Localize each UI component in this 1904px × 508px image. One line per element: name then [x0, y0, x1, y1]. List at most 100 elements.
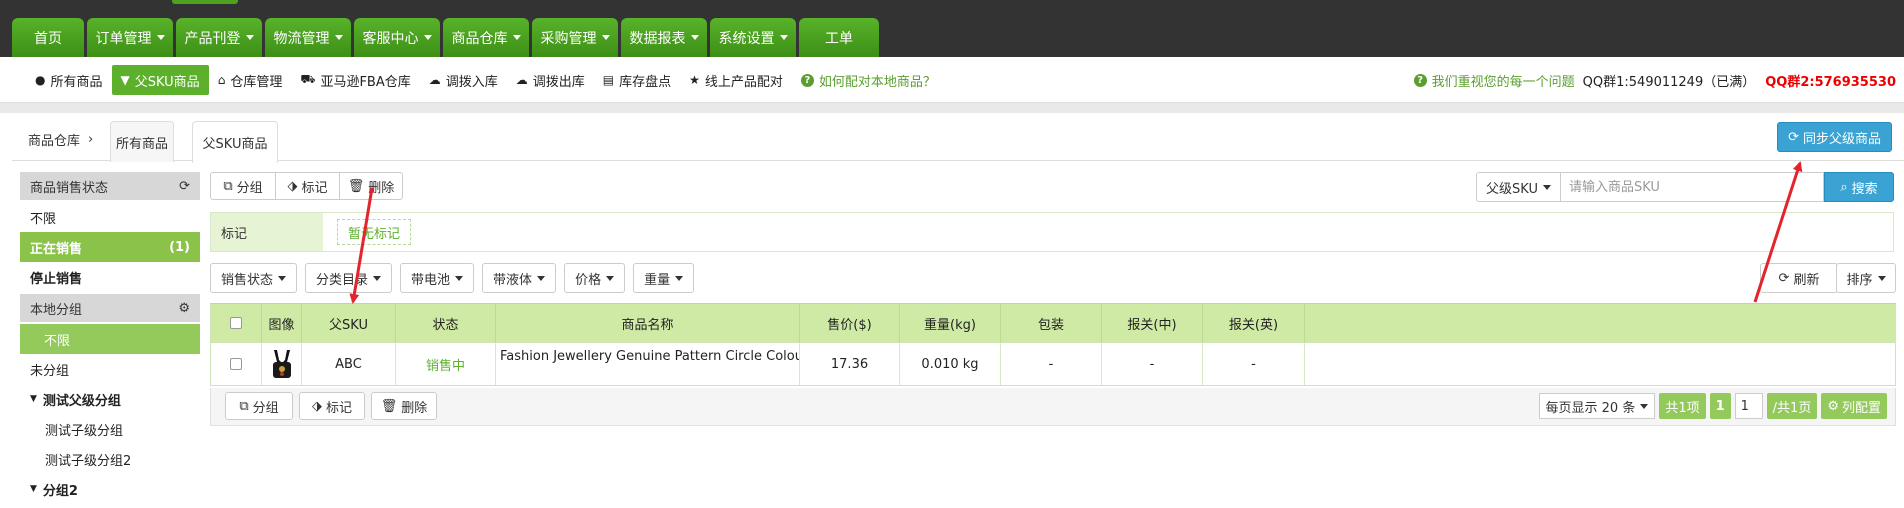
refresh-icon: ⟳	[1778, 270, 1790, 286]
bottom-action-group: ⧉ 分组 ⬗ 标记 🗑 删除	[225, 392, 437, 420]
caret-down-icon	[373, 275, 382, 281]
filter-battery[interactable]: 带电池	[400, 263, 475, 293]
nav-orders[interactable]: 订单管理	[87, 18, 173, 57]
local-group-group2[interactable]: ▼ 分组2	[20, 474, 200, 504]
group-button[interactable]: ⧉ 分组	[210, 172, 276, 200]
nav-logistics[interactable]: 物流管理	[265, 18, 351, 57]
header-product-name: 商品名称	[496, 304, 800, 342]
select-all-cell[interactable]	[211, 304, 262, 342]
hdd-icon: ▤	[602, 73, 615, 87]
nav-customer-service[interactable]: 客服中心	[354, 18, 440, 57]
subnav-transfer-in[interactable]: ☁ 调拨入库	[420, 65, 507, 95]
filter-liquid[interactable]: 带液体	[482, 263, 557, 293]
subnav-all-products[interactable]: ● 所有商品	[26, 65, 112, 95]
cloud-upload-icon: ☁	[428, 73, 441, 87]
subnav-parent-sku[interactable]: ▼ 父SKU商品	[111, 65, 209, 95]
subnav-fba[interactable]: ⛟ 亚马逊FBA仓库	[291, 65, 419, 95]
caret-down-icon	[690, 35, 699, 40]
mark-button[interactable]: ⬗ 标记	[275, 172, 340, 200]
breadcrumb: 商品仓库 › 所有商品 父SKU商品	[12, 117, 1904, 163]
subnav-help-link[interactable]: ? 如何配对本地商品？	[792, 65, 945, 95]
nav-listing[interactable]: 产品刊登	[176, 18, 262, 57]
group-button-bottom[interactable]: ⧉ 分组	[225, 392, 293, 420]
filter-price[interactable]: 价格	[564, 263, 626, 293]
tag-row: 标记 暂无标记	[210, 212, 1894, 252]
header-spacer	[1305, 304, 1895, 342]
top-bar: 首页 订单管理 产品刊登 物流管理 客服中心 商品仓库 采购管理 数据报表 系统…	[0, 0, 1904, 57]
local-group-test-child-2[interactable]: 测试子级分组2	[20, 444, 200, 474]
local-group-test-parent[interactable]: ▼ 测试父级分组	[20, 384, 200, 414]
total-pages: /共1页	[1766, 393, 1818, 419]
caret-down-icon	[455, 275, 464, 281]
nav-warehouse[interactable]: 商品仓库	[443, 18, 529, 57]
breadcrumb-root[interactable]: 商品仓库 ›	[28, 117, 93, 161]
filter-weight[interactable]: 重量	[633, 263, 695, 293]
caret-down-icon	[1640, 403, 1649, 409]
header-weight[interactable]: 重量(kg)	[900, 304, 1001, 342]
truck-icon: ⛟	[300, 72, 316, 86]
subnav-stocktake[interactable]: ▤ 库存盘点	[594, 65, 680, 95]
refresh-icon[interactable]: ⟳	[179, 179, 190, 194]
select-all-checkbox[interactable]	[230, 317, 242, 329]
subnav-warehouse-mgmt[interactable]: ⌂ 仓库管理	[209, 65, 292, 95]
nav-reports[interactable]: 数据报表	[621, 18, 707, 57]
delete-button-bottom[interactable]: 🗑 删除	[371, 392, 437, 420]
tab-all-products[interactable]: 所有商品	[110, 121, 174, 162]
circle-icon: ●	[35, 73, 46, 87]
count-badge: (1)	[169, 239, 190, 255]
row-checkbox-cell[interactable]	[211, 343, 262, 385]
search-input[interactable]	[1560, 172, 1824, 202]
delete-button[interactable]: 🗑 删除	[339, 172, 403, 200]
header-parent-sku[interactable]: 父SKU	[302, 304, 396, 342]
sale-status-selling[interactable]: 正在销售 (1)	[20, 232, 200, 262]
cell-customs-en: -	[1203, 343, 1305, 385]
per-page-select[interactable]: 每页显示 20 条	[1538, 393, 1656, 419]
subnav-transfer-out[interactable]: ☁ 调拨出库	[507, 65, 594, 95]
no-tags-chip[interactable]: 暂无标记	[337, 219, 412, 245]
header-customs-cn: 报关(中)	[1102, 304, 1203, 342]
page-input[interactable]: 1	[1734, 393, 1763, 419]
sale-status-stopped[interactable]: 停止销售	[20, 262, 200, 292]
caret-down-icon	[606, 275, 615, 281]
filter-sale-status[interactable]: 销售状态	[210, 263, 298, 293]
nav-settings[interactable]: 系统设置	[710, 18, 796, 57]
local-group-any[interactable]: 不限	[20, 324, 200, 354]
filter-category[interactable]: 分类目录	[305, 263, 393, 293]
trash-icon: 🗑	[380, 398, 398, 414]
search-icon: ⌕	[1840, 179, 1848, 195]
top-action-group: ⧉ 分组 ⬗ 标记 🗑 删除	[210, 172, 403, 200]
sale-status-any[interactable]: 不限	[20, 202, 200, 232]
sync-parent-products-button[interactable]: ⟳ 同步父级商品	[1777, 122, 1892, 152]
subnav-online-pairing[interactable]: ★ 线上产品配对	[680, 65, 792, 95]
caret-down-icon	[423, 35, 432, 40]
row-checkbox[interactable]	[230, 358, 242, 370]
tag-label: 标记	[211, 213, 323, 251]
search-button[interactable]: ⌕ 搜索	[1824, 172, 1894, 202]
nav-purchase[interactable]: 采购管理	[532, 18, 618, 57]
search-field-select[interactable]: 父级SKU	[1476, 172, 1561, 202]
nav-home[interactable]: 首页	[12, 18, 84, 57]
header-price[interactable]: 售价($)	[800, 304, 900, 342]
header-status: 状态	[396, 304, 496, 342]
feedback-link[interactable]: ? 我们重视您的每一个问题	[1413, 71, 1575, 90]
columns-config-button[interactable]: ⚙ 列配置	[1821, 393, 1887, 419]
local-group-test-child[interactable]: 测试子级分组	[20, 414, 200, 444]
nav-tickets[interactable]: 工单	[799, 18, 879, 57]
current-page[interactable]: 1	[1709, 393, 1731, 419]
product-table: 图像 父SKU 状态 商品名称 售价($) 重量(kg) 包装 报关(中) 报关…	[210, 303, 1896, 386]
sitemap-icon: ⧉	[223, 178, 233, 194]
sub-nav: ● 所有商品 ▼ 父SKU商品 ⌂ 仓库管理 ⛟ 亚马逊FBA仓库 ☁ 调拨入库 ☁ 调拨出…	[0, 57, 1904, 103]
table-row[interactable]: ABC 销售中 Fashion Jewellery Genuine Patter…	[210, 343, 1896, 386]
caret-down-icon	[675, 275, 684, 281]
table-footer: ⧉ 分组 ⬗ 标记 🗑 删除 每页显示 20 条 共1项 1 1 /共1页 ⚙ 列配置	[210, 388, 1896, 426]
refresh-button[interactable]: ⟳ 刷新	[1760, 263, 1838, 293]
tag-icon: ⬗	[287, 178, 298, 194]
local-group-ungrouped[interactable]: 未分组	[20, 354, 200, 384]
mark-button-bottom[interactable]: ⬗ 标记	[299, 392, 365, 420]
sitemap-icon: ⧉	[239, 398, 249, 414]
gear-icon[interactable]: ⚙	[178, 301, 190, 316]
product-thumbnail[interactable]	[262, 343, 302, 385]
caret-down-icon	[601, 35, 610, 40]
tab-parent-sku[interactable]: 父SKU商品	[192, 121, 278, 163]
sort-button[interactable]: 排序	[1836, 263, 1896, 293]
